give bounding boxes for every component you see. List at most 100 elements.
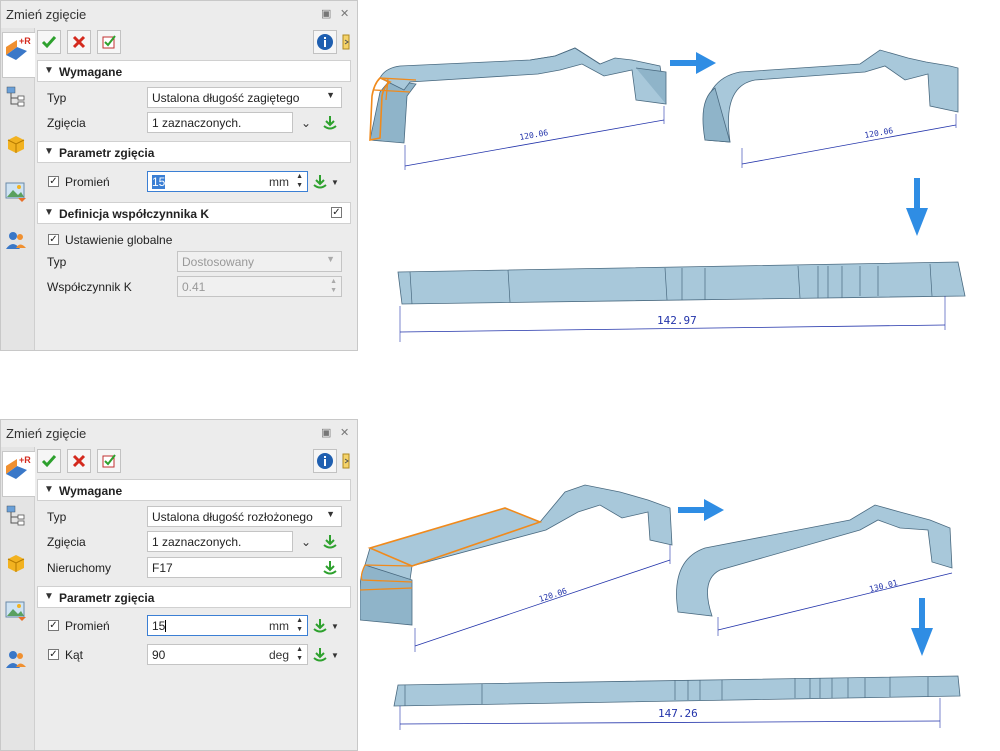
x-icon	[72, 454, 86, 468]
restore-icon[interactable]: ▣	[321, 7, 331, 20]
type-select[interactable]: Ustalona długość zagiętego ▼	[147, 87, 342, 108]
info-button[interactable]	[313, 449, 337, 473]
bends-label: Zgięcia	[47, 535, 86, 549]
radius-row: ✓ Promień 15 mm ▲ ▼ ▼	[35, 614, 351, 638]
apply-check-icon	[102, 35, 116, 49]
bends-field[interactable]: 1 zaznaczonych.	[147, 531, 293, 552]
apply-button[interactable]	[97, 449, 121, 473]
section-bend-params[interactable]: ▼ Parametr zgięcia	[37, 586, 351, 608]
spinner-icon[interactable]: ▲ ▼	[296, 645, 303, 663]
radius-row: ✓ Promień 15 mm ▲ ▼ ▼	[35, 170, 351, 194]
type-row: Typ Ustalona długość zagiętego ▼	[35, 86, 351, 110]
radius-label: Promień	[65, 619, 110, 633]
tab-view[interactable]	[4, 599, 31, 626]
tab-user[interactable]	[4, 647, 31, 674]
bends-value: 1 zaznaczonych.	[152, 535, 242, 549]
tab-user[interactable]	[4, 228, 31, 255]
kcoef-value: 0.41	[182, 280, 206, 294]
svg-text:+R: +R	[19, 36, 31, 46]
type-row: Typ Ustalona długość rozłożonego ▼	[35, 505, 351, 529]
radius-input[interactable]: 15 mm ▲ ▼	[147, 171, 308, 192]
ktype-select[interactable]: Dostosowany ▼	[177, 251, 342, 272]
radius-checkbox[interactable]: ✓	[48, 620, 59, 631]
cancel-button[interactable]	[67, 30, 91, 54]
apply-check-icon	[102, 454, 116, 468]
options-caret-icon[interactable]: ▼	[331, 178, 339, 187]
spinner-icon[interactable]: ▲ ▼	[296, 172, 303, 190]
ok-button[interactable]	[37, 30, 61, 54]
pick-geometry-icon[interactable]	[312, 647, 328, 663]
text-cursor	[165, 620, 167, 632]
close-icon[interactable]: ✕	[340, 7, 349, 20]
pick-geometry-icon[interactable]	[322, 534, 338, 550]
landscape-icon	[5, 601, 26, 621]
radius-input[interactable]: 15 mm ▲ ▼	[147, 615, 308, 636]
pick-geometry-icon[interactable]	[312, 174, 328, 190]
tab-tree[interactable]	[4, 84, 31, 111]
dimension-label: 120.06	[519, 128, 549, 142]
tab-part[interactable]	[4, 132, 31, 159]
restore-icon[interactable]: ▣	[321, 426, 331, 439]
angle-checkbox[interactable]: ✓	[48, 649, 59, 660]
ok-button[interactable]	[37, 449, 61, 473]
section-required[interactable]: ▼ Wymagane	[37, 60, 351, 82]
tab-part[interactable]	[4, 551, 31, 578]
options-caret-icon[interactable]: ▼	[331, 651, 339, 660]
pin-button[interactable]	[338, 449, 356, 473]
dropdown-arrow-icon: ▼	[326, 509, 335, 519]
pick-geometry-icon[interactable]	[312, 618, 328, 634]
x-icon	[72, 35, 86, 49]
arrow-down-icon	[906, 178, 928, 236]
section-title: Parametr zgięcia	[59, 591, 155, 605]
tab-bend-feature[interactable]: +R	[2, 32, 35, 78]
radius-unit: mm	[269, 175, 289, 189]
close-icon[interactable]: ✕	[340, 426, 349, 439]
type-label: Typ	[47, 91, 67, 105]
bent-part-after-bottom: 130.01	[676, 504, 953, 636]
tab-tree[interactable]	[4, 503, 31, 530]
panel-toolbar	[35, 29, 357, 55]
dropdown-arrow-icon: ▼	[326, 254, 335, 264]
radius-checkbox[interactable]: ✓	[48, 176, 59, 187]
global-checkbox[interactable]: ✓	[48, 234, 59, 245]
collapse-icon: ▼	[44, 146, 54, 157]
bent-part-before-bottom: 120.06	[360, 484, 673, 652]
kcoef-row: Współczynnik K 0.41 ▲ ▼	[35, 275, 351, 299]
kcoef-label: Współczynnik K	[47, 280, 132, 294]
kfactor-checkbox[interactable]: ✓	[331, 207, 342, 218]
fixed-value: F17	[152, 561, 173, 575]
fixed-field[interactable]: F17	[147, 557, 342, 578]
panel-toolbar	[35, 448, 357, 474]
pin-button[interactable]	[338, 30, 356, 54]
kcoef-input[interactable]: 0.41 ▲ ▼	[177, 276, 342, 297]
tab-view[interactable]	[4, 180, 31, 207]
pick-geometry-icon[interactable]	[322, 560, 338, 576]
angle-input[interactable]: 90 deg ▲ ▼	[147, 644, 308, 665]
collapse-icon: ▼	[44, 484, 54, 495]
section-bend-params[interactable]: ▼ Parametr zgięcia	[37, 141, 351, 163]
expand-chevron-icon[interactable]: ⌄	[301, 116, 311, 130]
users-icon	[6, 232, 26, 249]
arrow-right-icon	[678, 499, 724, 521]
cancel-button[interactable]	[67, 449, 91, 473]
radius-value: 15	[152, 619, 166, 633]
options-caret-icon[interactable]: ▼	[331, 622, 339, 631]
section-kfactor[interactable]: ▼ Definicja współczynnika K ✓	[37, 202, 351, 224]
pick-geometry-icon[interactable]	[322, 115, 338, 131]
section-title: Wymagane	[59, 65, 123, 79]
info-button[interactable]	[313, 30, 337, 54]
type-select[interactable]: Ustalona długość rozłożonego ▼	[147, 506, 342, 527]
arrow-right-icon	[670, 52, 716, 74]
left-tab-strip: +R	[1, 447, 35, 750]
check-icon	[41, 455, 57, 468]
section-required[interactable]: ▼ Wymagane	[37, 479, 351, 501]
spinner-icon[interactable]: ▲ ▼	[296, 616, 303, 634]
pin-icon	[342, 34, 350, 50]
apply-button[interactable]	[97, 30, 121, 54]
flat-pattern-bottom: 147.26	[393, 675, 961, 730]
collapse-icon: ▼	[44, 65, 54, 76]
bends-field[interactable]: 1 zaznaczonych.	[147, 112, 293, 133]
model-illustrations: 120.06 120.06 142.97 120.06 130.01 147.2…	[360, 47, 966, 730]
tab-bend-feature[interactable]: +R	[2, 451, 35, 497]
expand-chevron-icon[interactable]: ⌄	[301, 535, 311, 549]
